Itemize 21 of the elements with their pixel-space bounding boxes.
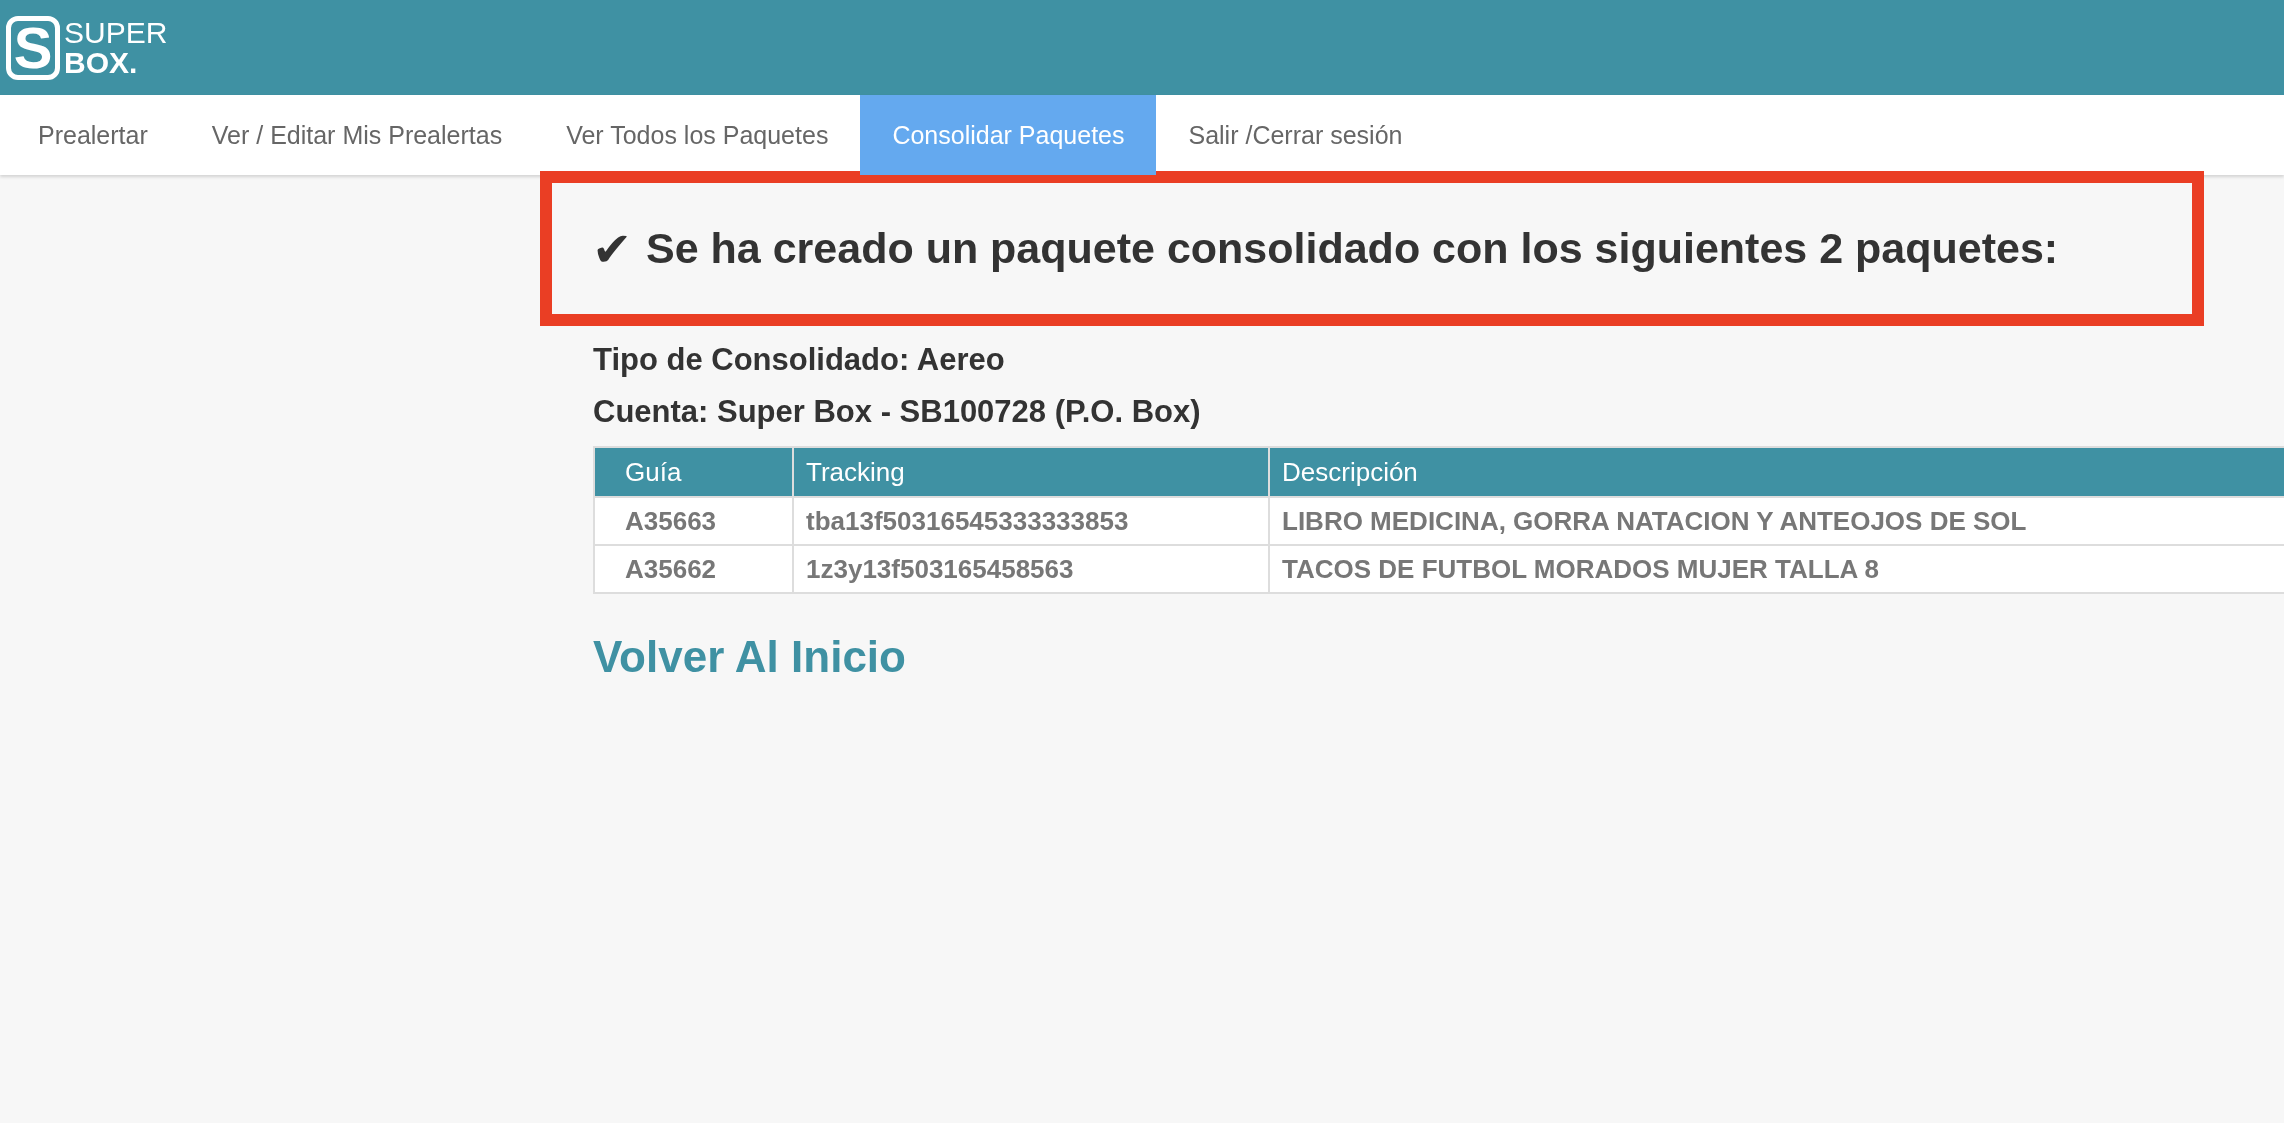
detail-text: Cuenta: Super Box - SB100728 (P.O. Box) bbox=[593, 394, 1202, 430]
nav-tab[interactable]: Ver Todos los Paquetes bbox=[534, 95, 861, 175]
nav-tab[interactable]: Salir /Cerrar sesión bbox=[1156, 95, 1435, 175]
nav-tab[interactable]: Prealertar bbox=[6, 95, 180, 175]
success-message: Se ha creado un paquete consolidado con los siguientes 2 paquetes: bbox=[646, 224, 2059, 273]
column-header: Guía bbox=[594, 447, 793, 497]
logo-mark: S bbox=[6, 15, 60, 80]
back-link[interactable]: Volver Al Inicio bbox=[593, 632, 906, 682]
table-cell: 1z3y13f503165458563 bbox=[793, 545, 1269, 593]
checkmark-icon: ✔ bbox=[592, 220, 632, 277]
column-header: Descripción bbox=[1269, 447, 2284, 497]
detail-text: Tipo de Consolidado: Aereo bbox=[593, 342, 1006, 378]
column-header: Tracking bbox=[793, 447, 1269, 497]
logo-text: BOX. bbox=[64, 47, 139, 78]
nav-tab[interactable]: Ver / Editar Mis Prealertas bbox=[179, 95, 535, 175]
table-cell: A35662 bbox=[594, 545, 793, 593]
logo-text: SUPER bbox=[64, 17, 168, 48]
table-cell: TACOS DE FUTBOL MORADOS MUJER TALLA 8 bbox=[1269, 545, 2284, 593]
table-cell: A35663 bbox=[594, 497, 793, 545]
table-cell: LIBRO MEDICINA, GORRA NATACION Y ANTEOJOS DE SOL bbox=[1269, 497, 2284, 545]
table-cell: tba13f50316545333333853 bbox=[793, 497, 1269, 545]
